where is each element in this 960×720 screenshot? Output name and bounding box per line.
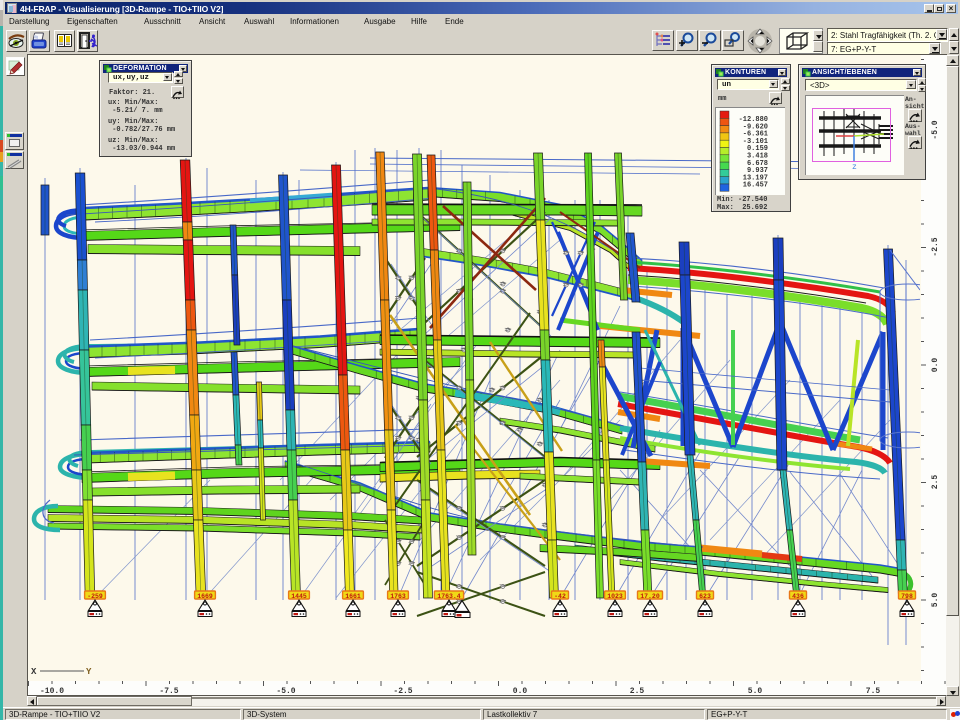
svg-text:7.5: 7.5 [866,687,881,695]
svg-text:2.5: 2.5 [931,475,940,490]
svg-text:16.457: 16.457 [743,182,768,190]
svg-text:0.0: 0.0 [931,358,940,373]
svg-text:-7.5: -7.5 [159,687,178,695]
svg-text:-2.5: -2.5 [393,687,412,695]
svg-text:0.0: 0.0 [513,687,528,695]
svg-text:X: X [31,667,37,677]
svg-text:-5.0: -5.0 [931,120,940,139]
svg-text:-10.0: -10.0 [40,687,64,695]
svg-text:-2.5: -2.5 [931,237,940,256]
svg-text:5.0: 5.0 [748,687,763,695]
svg-text:5.0: 5.0 [931,593,940,608]
svg-text:z: z [852,163,857,172]
svg-text:-5.0: -5.0 [276,687,295,695]
svg-text:Y: Y [86,667,92,677]
svg-text:2.5: 2.5 [630,687,645,695]
